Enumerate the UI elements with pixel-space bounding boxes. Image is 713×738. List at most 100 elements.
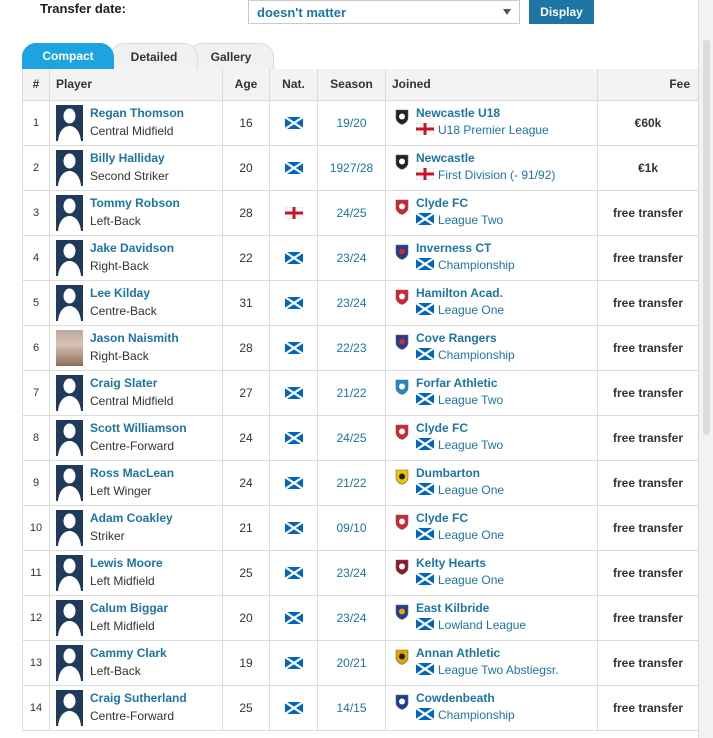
col-header-fee[interactable]: Fee xyxy=(597,69,699,101)
fee-link[interactable]: free transfer xyxy=(613,476,683,490)
player-name-link[interactable]: Lewis Moore xyxy=(90,556,163,570)
league-name-link[interactable]: U18 Premier League xyxy=(438,123,549,137)
player-name-link[interactable]: Lee Kilday xyxy=(90,286,150,300)
club-crest-icon[interactable] xyxy=(394,379,410,395)
club-name-link[interactable]: Kelty Hearts xyxy=(416,556,486,570)
league-name-link[interactable]: League Two xyxy=(438,213,503,227)
player-name-link[interactable]: Jason Naismith xyxy=(90,331,179,345)
club-name-link[interactable]: Annan Athletic xyxy=(416,646,500,660)
fee-link[interactable]: free transfer xyxy=(613,431,683,445)
club-name-link[interactable]: Dumbarton xyxy=(416,466,480,480)
fee-link[interactable]: free transfer xyxy=(613,566,683,580)
club-name-link[interactable]: Hamilton Acad. xyxy=(416,286,503,300)
club-name-link[interactable]: Newcastle U18 xyxy=(416,106,500,120)
col-header-age[interactable]: Age xyxy=(222,69,270,101)
season-link[interactable]: 09/10 xyxy=(336,521,366,535)
league-name-link[interactable]: Championship xyxy=(438,258,515,272)
player-avatar[interactable] xyxy=(56,464,83,501)
league-name-link[interactable]: League Two xyxy=(438,393,503,407)
col-header-nationality[interactable]: Nat. xyxy=(269,69,318,101)
season-cell[interactable]: 24/25 xyxy=(317,415,386,461)
season-cell[interactable]: 23/24 xyxy=(317,550,386,596)
season-link[interactable]: 20/21 xyxy=(336,656,366,670)
fee-link[interactable]: free transfer xyxy=(613,251,683,265)
fee-link[interactable]: free transfer xyxy=(613,611,683,625)
club-name-link[interactable]: Clyde FC xyxy=(416,511,468,525)
club-crest-icon[interactable] xyxy=(394,559,410,575)
player-avatar[interactable] xyxy=(56,374,83,411)
club-crest-icon[interactable] xyxy=(394,289,410,305)
player-avatar[interactable] xyxy=(56,419,83,456)
season-cell[interactable]: 22/23 xyxy=(317,325,386,371)
season-link[interactable]: 21/22 xyxy=(336,476,366,490)
player-name-link[interactable]: Jake Davidson xyxy=(90,241,174,255)
club-crest-icon[interactable] xyxy=(394,694,410,710)
club-crest-icon[interactable] xyxy=(394,424,410,440)
club-name-link[interactable]: Forfar Athletic xyxy=(416,376,498,390)
season-cell[interactable]: 1927/28 xyxy=(317,145,386,191)
fee-link[interactable]: free transfer xyxy=(613,296,683,310)
player-name-link[interactable]: Billy Halliday xyxy=(90,151,165,165)
club-name-link[interactable]: Inverness CT xyxy=(416,241,491,255)
season-cell[interactable]: 19/20 xyxy=(317,100,386,146)
col-header-joined[interactable]: Joined xyxy=(385,69,598,101)
display-button[interactable]: Display xyxy=(529,0,594,24)
season-cell[interactable]: 14/15 xyxy=(317,685,386,731)
season-link[interactable]: 23/24 xyxy=(336,611,366,625)
col-header-season[interactable]: Season xyxy=(317,69,386,101)
season-link[interactable]: 23/24 xyxy=(336,566,366,580)
club-crest-icon[interactable] xyxy=(394,604,410,620)
league-name-link[interactable]: League One xyxy=(438,528,504,542)
player-name-link[interactable]: Tommy Robson xyxy=(90,196,180,210)
player-name-link[interactable]: Adam Coakley xyxy=(90,511,173,525)
page-scrollbar[interactable] xyxy=(698,0,713,738)
player-name-link[interactable]: Scott Williamson xyxy=(90,421,187,435)
season-cell[interactable]: 23/24 xyxy=(317,235,386,281)
league-name-link[interactable]: League Two xyxy=(438,438,503,452)
club-name-link[interactable]: Cove Rangers xyxy=(416,331,497,345)
season-cell[interactable]: 23/24 xyxy=(317,280,386,326)
player-avatar[interactable] xyxy=(56,644,83,681)
club-crest-icon[interactable] xyxy=(394,469,410,485)
player-name-link[interactable]: Cammy Clark xyxy=(90,646,167,660)
season-link[interactable]: 24/25 xyxy=(336,206,366,220)
season-cell[interactable]: 23/24 xyxy=(317,595,386,641)
fee-link[interactable]: free transfer xyxy=(613,521,683,535)
club-name-link[interactable]: Newcastle xyxy=(416,151,475,165)
season-link[interactable]: 23/24 xyxy=(336,251,366,265)
club-crest-icon[interactable] xyxy=(394,244,410,260)
col-header-player[interactable]: Player xyxy=(49,69,223,101)
club-name-link[interactable]: East Kilbride xyxy=(416,601,489,615)
player-name-link[interactable]: Craig Slater xyxy=(90,376,157,390)
league-name-link[interactable]: First Division (- 91/92) xyxy=(438,168,555,182)
player-avatar[interactable] xyxy=(56,689,83,726)
fee-link[interactable]: €60k xyxy=(635,116,662,130)
fee-link[interactable]: free transfer xyxy=(613,701,683,715)
season-cell[interactable]: 21/22 xyxy=(317,370,386,416)
player-name-link[interactable]: Calum Biggar xyxy=(90,601,168,615)
club-name-link[interactable]: Cowdenbeath xyxy=(416,691,495,705)
league-name-link[interactable]: League One xyxy=(438,483,504,497)
player-avatar[interactable] xyxy=(56,509,83,546)
season-link[interactable]: 24/25 xyxy=(336,431,366,445)
player-avatar[interactable] xyxy=(56,599,83,636)
league-name-link[interactable]: Championship xyxy=(438,348,515,362)
season-link[interactable]: 22/23 xyxy=(336,341,366,355)
player-name-link[interactable]: Ross MacLean xyxy=(90,466,174,480)
club-crest-icon[interactable] xyxy=(394,649,410,665)
league-name-link[interactable]: League Two Abstiegsr. xyxy=(438,663,559,677)
scrollbar-thumb[interactable] xyxy=(703,40,710,435)
season-link[interactable]: 14/15 xyxy=(336,701,366,715)
player-avatar[interactable] xyxy=(56,239,83,276)
transfer-date-select[interactable]: doesn't matter xyxy=(248,0,520,24)
player-name-link[interactable]: Regan Thomson xyxy=(90,106,184,120)
club-crest-icon[interactable] xyxy=(394,154,410,170)
fee-link[interactable]: free transfer xyxy=(613,206,683,220)
club-crest-icon[interactable] xyxy=(394,199,410,215)
player-avatar[interactable] xyxy=(56,194,83,231)
season-cell[interactable]: 09/10 xyxy=(317,505,386,551)
club-name-link[interactable]: Clyde FC xyxy=(416,196,468,210)
col-header-number[interactable]: # xyxy=(22,69,50,101)
fee-link[interactable]: free transfer xyxy=(613,341,683,355)
tab-compact[interactable]: Compact xyxy=(22,43,114,70)
